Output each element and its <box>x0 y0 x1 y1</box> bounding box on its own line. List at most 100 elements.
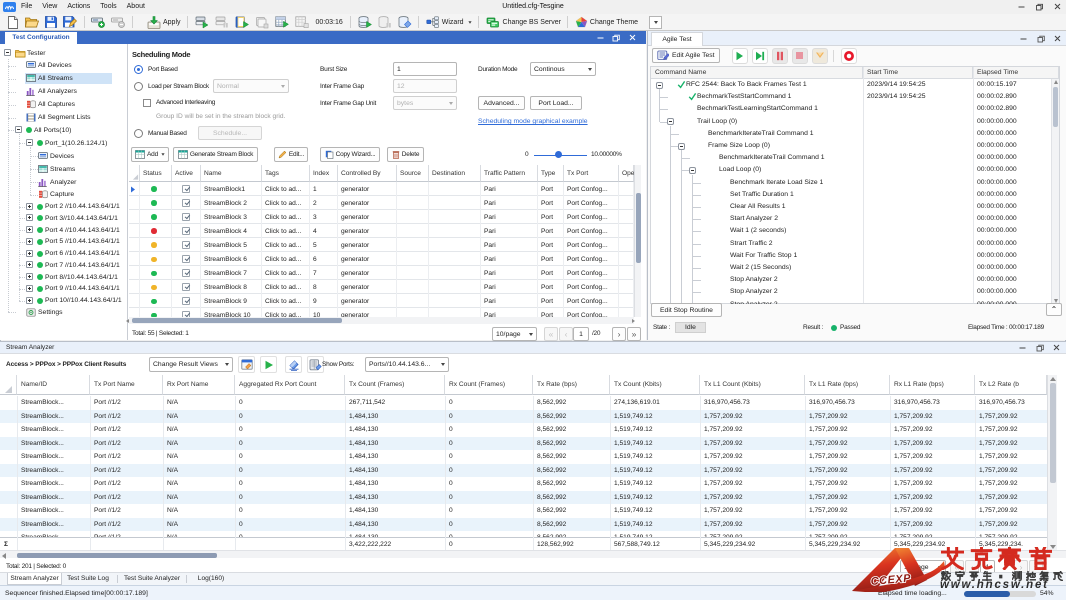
sa-column-rx-count-frames-[interactable]: Rx Count (Frames) <box>445 375 533 395</box>
left-dock-maximize-button[interactable] <box>608 32 624 44</box>
stream-table-hscroll-thumb[interactable] <box>132 318 342 323</box>
wizard-button[interactable]: Wizard <box>424 15 474 30</box>
bottom-tab-log-160-[interactable]: Log(160) <box>189 573 233 585</box>
tree-item-streams[interactable]: Streams <box>0 163 127 175</box>
edit-agile-test-button[interactable]: Edit Agile Test <box>652 48 720 63</box>
sa-column-tx-port-name[interactable]: Tx Port Name <box>90 375 163 395</box>
collapse-footer-button[interactable]: ⌃ <box>1046 303 1062 316</box>
agile-command-row[interactable]: BechmarkTestLearningStartCommand 100:00:… <box>651 103 1051 115</box>
column-header-oper[interactable]: Oper <box>619 165 634 182</box>
sa-column-aggregated-rx-port-count[interactable]: Aggregated Rx Port Count <box>235 375 345 395</box>
start-traffic-button[interactable] <box>233 15 251 30</box>
tree-item-port-3-10-44-143-64-1-1[interactable]: Port 3//10.44.143.64/1/1 <box>0 212 127 224</box>
delete-stream-button[interactable]: Delete <box>387 147 424 162</box>
tree-expander-collapsed[interactable] <box>26 273 33 280</box>
manual-based-radio[interactable] <box>134 129 143 138</box>
sa-column-tx-l1-count-kbits-[interactable]: Tx L1 Count (Kbits) <box>700 375 805 395</box>
sa-column-tx-count-kbits-[interactable]: Tx Count (Kbits) <box>610 375 700 395</box>
agile-command-row[interactable]: Load Loop (0)00:00:00.000 <box>651 164 1051 176</box>
tree-expander-collapsed[interactable] <box>26 226 33 233</box>
stream-table-row[interactable]: StreamBlock 4Click to ad...4generatorPar… <box>129 224 634 238</box>
column-header-controlled-by[interactable]: Controlled By <box>338 165 397 182</box>
agile-step-button[interactable] <box>752 48 768 64</box>
generate-stream-block-button[interactable]: Generate Stream Block <box>173 147 258 162</box>
agile-stop-button[interactable] <box>792 48 808 64</box>
tree-expander-collapsed[interactable] <box>26 285 33 292</box>
agile-command-row[interactable]: Wait For Traffic Stop 100:00:00.000 <box>651 250 1051 262</box>
agile-expander-expanded[interactable] <box>656 82 663 89</box>
connect-chassis-button[interactable] <box>89 15 107 30</box>
tree-expander-collapsed[interactable] <box>26 214 33 221</box>
tree-item-port-7-10-44-143-64-1-1[interactable]: Port 7 //10.44.143.64/1/1 <box>0 259 127 271</box>
sa-column-tx-l2-rate-b[interactable]: Tx L2 Rate (b <box>975 375 1047 395</box>
tree-item-tester[interactable]: Tester <box>0 47 127 59</box>
stop-traffic-button[interactable] <box>253 15 271 30</box>
ifg-unit-select[interactable]: bytes <box>393 96 457 110</box>
sa-maximize-button[interactable] <box>1031 341 1048 354</box>
stream-table-vscrollbar[interactable] <box>634 165 641 317</box>
agile-scroll-up-icon[interactable] <box>1054 80 1058 84</box>
agile-minimize-button[interactable] <box>1015 32 1032 45</box>
tree-expander-collapsed[interactable] <box>26 297 33 304</box>
left-dock-minimize-button[interactable] <box>592 32 608 44</box>
tree-expander-collapsed[interactable] <box>26 250 33 257</box>
tree-item-capture[interactable]: Capture <box>0 189 127 201</box>
active-checkbox[interactable] <box>182 199 190 207</box>
menu-actions[interactable]: Actions <box>62 0 95 14</box>
agile-drop-button[interactable] <box>812 48 828 64</box>
agile-expander-expanded[interactable] <box>678 143 685 150</box>
load-mode-select[interactable]: Normal <box>213 79 289 93</box>
change-result-views-select[interactable]: Change Result Views <box>149 357 233 372</box>
tree-expander-collapsed[interactable] <box>26 238 33 245</box>
agile-command-row[interactable]: Wait 2 (15 Seconds)00:00:00.000 <box>651 262 1051 274</box>
tree-item-port-10-10-44-143-64-1-1[interactable]: Port 10//10.44.143.64/1/1 <box>0 295 127 307</box>
window-minimize-button[interactable] <box>1012 0 1030 13</box>
active-checkbox[interactable] <box>182 283 190 291</box>
stream-table-hscrollbar[interactable] <box>129 317 634 324</box>
tree-expander-collapsed[interactable] <box>26 261 33 268</box>
burst-size-input[interactable]: 1 <box>393 62 457 76</box>
active-checkbox[interactable] <box>182 185 190 193</box>
first-page-button[interactable]: « <box>544 327 558 341</box>
tree-item-all-ports-10[interactable]: All Ports(10) <box>0 124 127 136</box>
stream-table-row[interactable]: StreamBlock 8Click to ad...8generatorPar… <box>129 280 634 294</box>
tree-item-port-1-10-26-124-1[interactable]: Port_1(10.26.124./1) <box>0 137 127 149</box>
sa-scroll-down-icon[interactable] <box>1050 545 1056 549</box>
agile-command-row[interactable]: Stop Analyzer 200:00:00.000 <box>651 286 1051 298</box>
tree-item-port-5-10-44-143-64-1-1[interactable]: Port 5 //10.44.143.64/1/1 <box>0 236 127 248</box>
toolbar-overflow-button[interactable] <box>649 16 662 29</box>
tree-item-port-8-10-44-143-64-1-1[interactable]: Port 8//10.44.143.64/1/1 <box>0 271 127 283</box>
stream-table-row[interactable]: StreamBlock 3Click to ad...3generatorPar… <box>129 210 634 224</box>
agile-vscrollbar[interactable] <box>1051 79 1059 304</box>
column-header-destination[interactable]: Destination <box>429 165 481 182</box>
stream-table-row[interactable]: StreamBlock1Click to ad...1generatorPari… <box>129 182 634 196</box>
copy-wizard-button[interactable]: Copy Wizard... <box>320 147 380 162</box>
tree-expander-expanded[interactable] <box>4 49 11 56</box>
sa-scroll-up-icon[interactable] <box>1050 377 1056 381</box>
agile-command-row[interactable]: Benchmark Iterate Load Size 100:00:00.00… <box>651 177 1051 189</box>
column-header-status[interactable]: Status <box>140 165 172 182</box>
tree-item-port-9-10-44-143-64-1-1[interactable]: Port 9 //10.44.143.64/1/1 <box>0 283 127 295</box>
edit-stop-routine-button[interactable]: Edit Stop Routine <box>651 303 722 317</box>
agile-command-row[interactable]: Set Traffic Duration 100:00:00.000 <box>651 189 1051 201</box>
agile-command-row[interactable]: BenchmarkIterateTrail Command 100:00:00.… <box>651 128 1051 140</box>
agile-command-row[interactable]: Frame Size Loop (0)00:00:00.000 <box>651 140 1051 152</box>
agile-column-start-time[interactable]: Start Time <box>863 67 973 79</box>
bottom-tab-stream-analyzer[interactable]: Stream Analyzer <box>7 573 62 585</box>
change-bs-server-button[interactable]: Change BS Server <box>484 15 563 30</box>
show-ports-select[interactable]: Ports//10.44.143.6... <box>365 357 449 372</box>
column-header-tx-port[interactable]: Tx Port <box>564 165 619 182</box>
sa-column-rx-l1-rate-bps-[interactable]: Rx L1 Rate (bps) <box>890 375 975 395</box>
column-header-active[interactable]: Active <box>172 165 201 182</box>
agile-command-row[interactable]: Stop Analyzer 200:00:00.000 <box>651 274 1051 286</box>
agile-column-elapsed-time[interactable]: Elapsed Time <box>973 67 1059 79</box>
active-checkbox[interactable] <box>182 241 190 249</box>
stream-table-row[interactable]: StreamBlock 7Click to ad...7generatorPar… <box>129 266 634 280</box>
pause-results-button[interactable] <box>376 15 394 30</box>
tree-item-all-analyzers[interactable]: All Analyzers <box>0 86 127 98</box>
pause-devices-button[interactable] <box>213 15 231 30</box>
tab-test-configuration[interactable]: Test Configuration <box>4 31 78 44</box>
menu-file[interactable]: File <box>16 0 37 14</box>
agile-expander-expanded[interactable] <box>689 167 696 174</box>
column-header-tags[interactable]: Tags <box>262 165 310 182</box>
